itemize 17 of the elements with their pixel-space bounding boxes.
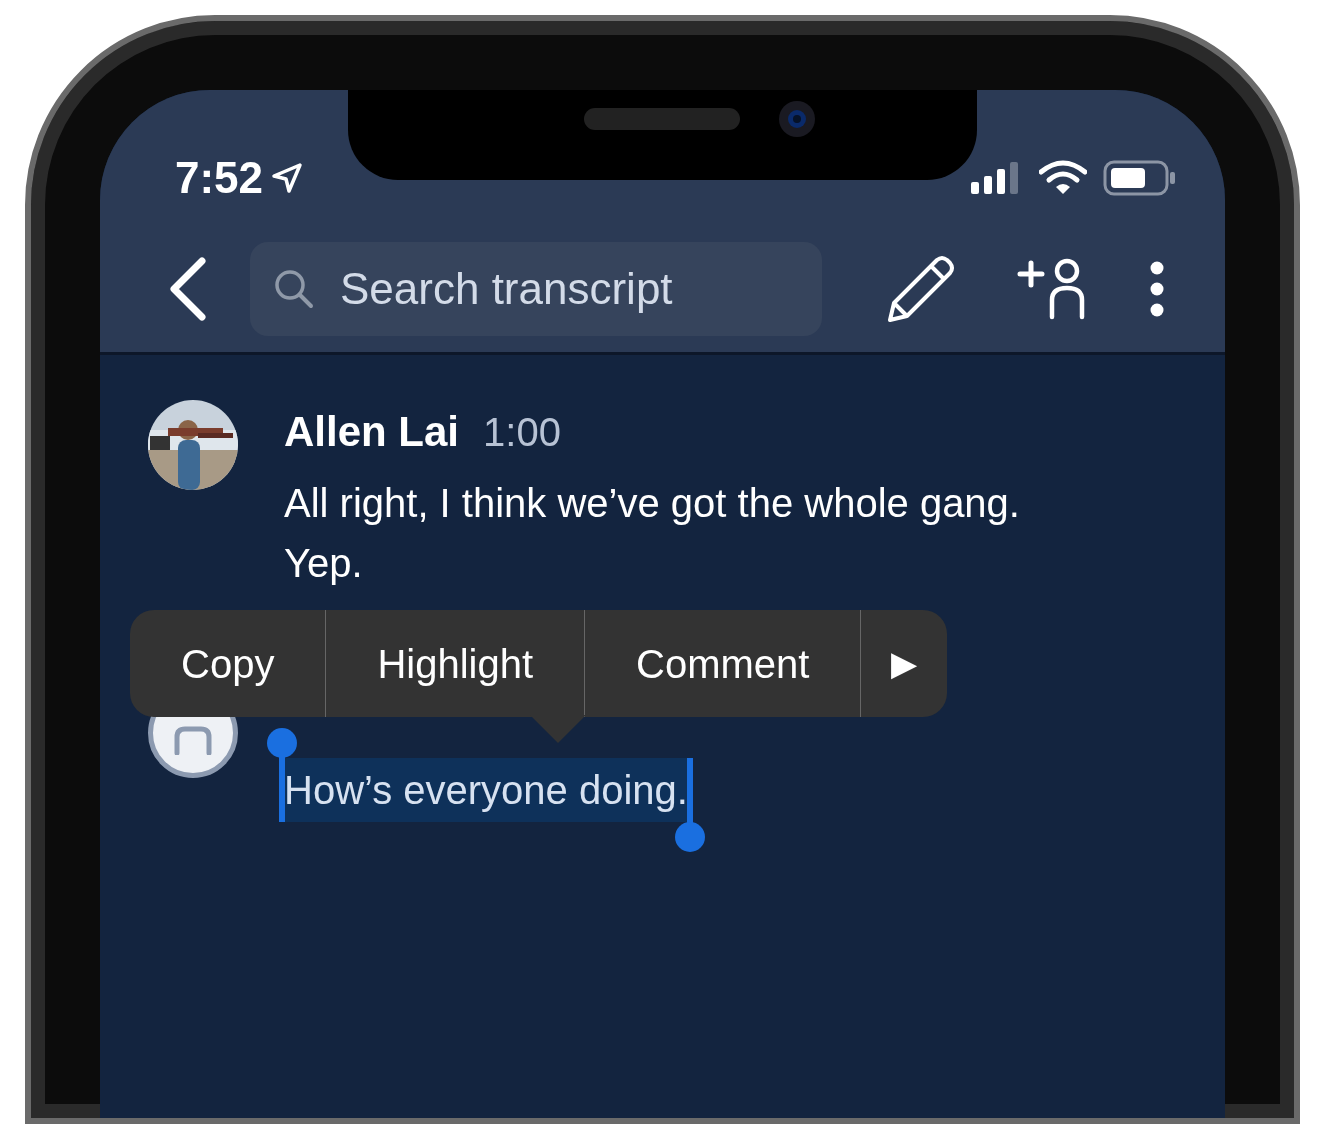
location-arrow-icon bbox=[271, 161, 304, 194]
menu-item[interactable]: Highlight bbox=[326, 610, 586, 717]
status-time: 7:52 bbox=[175, 151, 264, 204]
menu-item[interactable]: Copy bbox=[130, 610, 327, 717]
wifi-icon bbox=[1039, 159, 1087, 196]
transcript-text: All right, I think we’ve got the whole gang. Yep. bbox=[284, 481, 1020, 585]
more-icon bbox=[1149, 259, 1165, 318]
timestamp: 1:00 bbox=[483, 409, 561, 456]
search-field[interactable]: Search transcript bbox=[250, 241, 822, 336]
camera-icon bbox=[778, 100, 816, 138]
menu-item[interactable]: Comment bbox=[585, 610, 862, 717]
more-arrow-button[interactable]: ▶ bbox=[861, 610, 948, 717]
more-button[interactable] bbox=[1149, 259, 1165, 318]
battery-icon bbox=[1103, 159, 1177, 196]
speaker-name: Allen Lai bbox=[284, 407, 460, 457]
search-icon bbox=[274, 268, 314, 309]
back-icon bbox=[167, 256, 208, 321]
